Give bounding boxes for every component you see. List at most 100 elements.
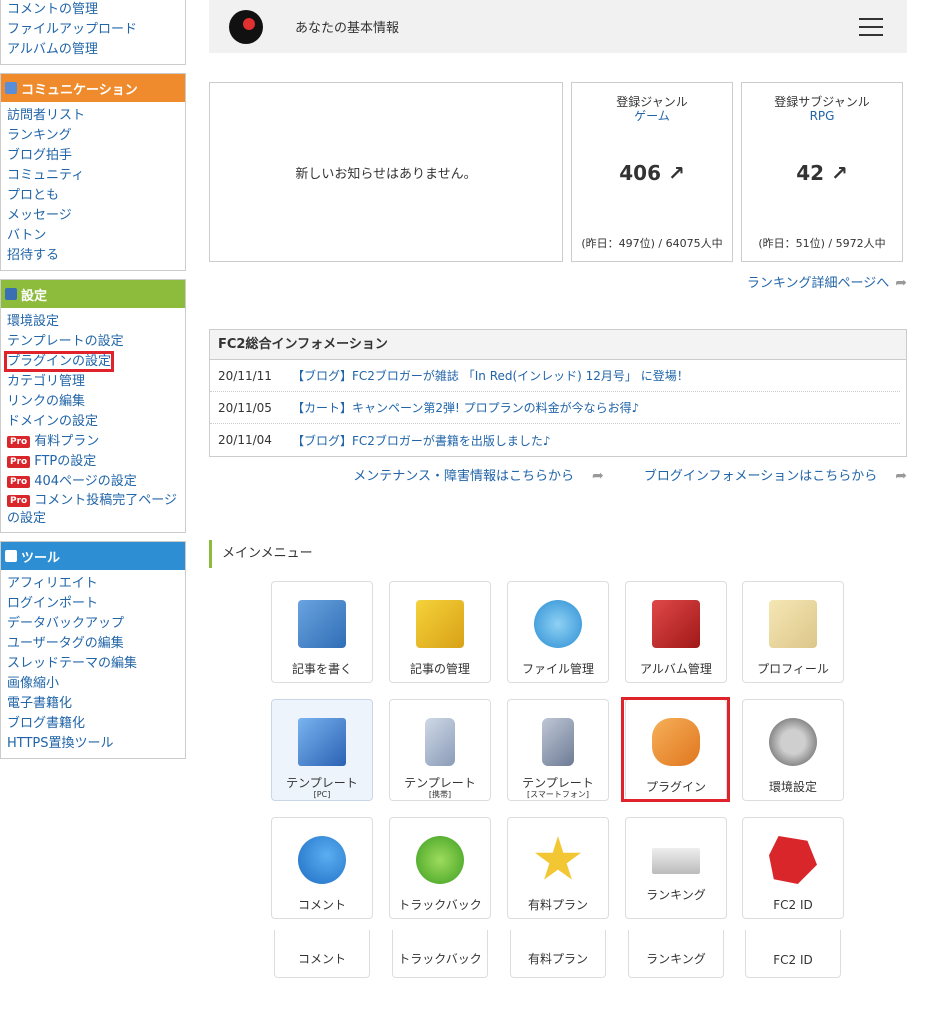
- info-date: 20/11/04: [218, 433, 272, 447]
- sidebar-item-ftp[interactable]: FTPの設定: [34, 454, 96, 469]
- sidebar-item-404[interactable]: 404ページの設定: [34, 474, 137, 489]
- sidebar-item-template[interactable]: テンプレートの設定: [7, 334, 124, 349]
- sidebar-item-ebook[interactable]: 電子書籍化: [7, 696, 72, 711]
- sidebar-item-links[interactable]: リンクの編集: [7, 394, 85, 409]
- menu-tile-disk[interactable]: ファイル管理: [507, 581, 609, 683]
- info-row[interactable]: 20/11/05 【カート】キャンペーン第2弾! プロプランの料金が今ならお得♪: [210, 392, 900, 424]
- menu-tile-sublabel: [PC]: [313, 790, 331, 799]
- ranking-detail-link[interactable]: ランキング詳細ページへ ➦: [209, 272, 907, 291]
- sidebar-item-ranking[interactable]: ランキング: [7, 128, 72, 143]
- menu-tile-label: トラックバック: [398, 898, 482, 912]
- info-row[interactable]: 20/11/04 【ブログ】FC2ブロガーが書籍を出版しました♪: [210, 424, 900, 456]
- sidebar-item-image-resize[interactable]: 画像縮小: [7, 676, 59, 691]
- genre-link[interactable]: ゲーム: [572, 109, 732, 123]
- profile-card-icon: [769, 600, 817, 648]
- genre-rank-detail: (昨日：497位) / 64075人中: [581, 237, 723, 250]
- menu-tile-edit-folder[interactable]: 記事の管理: [389, 581, 491, 683]
- sidebar-link[interactable]: アルバムの管理: [7, 42, 98, 57]
- stats-row: 新しいお知らせはありません。 登録ジャンル ゲーム 406 ↗ (昨日：497位…: [209, 82, 907, 262]
- sidebar-item[interactable]: アルバムの管理: [7, 40, 185, 60]
- menu-tile-star[interactable]: 有料プラン: [507, 817, 609, 919]
- menu-tile-label: FC2 ID: [773, 953, 813, 967]
- menu-tile-trackback[interactable]: トラックバック: [389, 817, 491, 919]
- menu-tile-pc-template[interactable]: テンプレート [PC]: [271, 699, 373, 801]
- maintenance-link[interactable]: メンテナンス・障害情報はこちらから ➦: [335, 468, 604, 484]
- menu-tile-mobile-template[interactable]: テンプレート [携帯]: [389, 699, 491, 801]
- info-link[interactable]: 【ブログ】FC2ブロガーが雑誌 「In Red(インレッド) 12月号」 に登場…: [292, 367, 689, 384]
- info-link[interactable]: 【カート】キャンペーン第2弾! プロプランの料金が今ならお得♪: [292, 399, 639, 416]
- menu-tile-label: 記事を書く: [291, 662, 352, 676]
- menu-tile-album[interactable]: アルバム管理: [625, 581, 727, 683]
- menu-tile-repeat[interactable]: 有料プラン: [510, 930, 606, 978]
- ranking-link-text[interactable]: ランキング詳細ページへ: [747, 276, 889, 291]
- sidebar-item-log-import[interactable]: ログインポート: [7, 596, 98, 611]
- plugin-highlight: [621, 697, 730, 802]
- sidebar-item-thread-theme[interactable]: スレッドテーマの編集: [7, 656, 137, 671]
- sidebar-item-blog-book[interactable]: ブログ書籍化: [7, 716, 85, 731]
- maintenance-link-text[interactable]: メンテナンス・障害情報はこちらから: [353, 469, 574, 484]
- menu-tile-label: テンプレート: [522, 776, 594, 790]
- sidebar-item-baton[interactable]: バトン: [7, 228, 46, 243]
- subgenre-link[interactable]: RPG: [742, 109, 902, 123]
- menu-tile-gears[interactable]: 環境設定: [742, 699, 844, 801]
- genre-rank: 406 ↗: [619, 161, 685, 185]
- sidebar-item-domain[interactable]: ドメインの設定: [7, 414, 98, 429]
- notice-box: 新しいお知らせはありません。: [209, 82, 563, 262]
- pro-badge: Pro: [7, 476, 31, 488]
- arrow-right-icon: ➦: [592, 468, 604, 484]
- user-header: あなたの基本情報: [209, 0, 907, 53]
- disk-icon: [534, 600, 582, 648]
- menu-tile-label: コメント: [297, 952, 346, 966]
- sidebar-link[interactable]: コメントの管理: [7, 2, 98, 17]
- comment-icon: [298, 836, 346, 884]
- info-links: メンテナンス・障害情報はこちらから ➦ ブログインフォメーションはこちらから ➦: [209, 465, 907, 484]
- sidebar-item[interactable]: コメントの管理: [7, 0, 185, 20]
- menu-tile-label: プロフィール: [757, 662, 829, 676]
- subgenre-rank-detail: (昨日：51位) / 5972人中: [758, 237, 886, 250]
- menu-tile-repeat[interactable]: ランキング: [628, 930, 724, 978]
- sidebar-item-environment[interactable]: 環境設定: [7, 314, 59, 329]
- sidebar-item-comment-complete[interactable]: コメント投稿完了ページの設定: [7, 493, 177, 526]
- edit-folder-icon: [416, 600, 464, 648]
- hamburger-icon[interactable]: [859, 18, 883, 36]
- sidebar-item-paid-plan[interactable]: 有料プラン: [34, 434, 99, 449]
- sidebar-item-protomo[interactable]: プロとも: [7, 188, 59, 203]
- menu-tile-comment[interactable]: コメント: [271, 817, 373, 919]
- sidebar-item-affiliate[interactable]: アフィリエイト: [7, 576, 98, 591]
- info-row[interactable]: 20/11/11 【ブログ】FC2ブロガーが雑誌 「In Red(インレッド) 1…: [210, 360, 900, 392]
- menu-tile-label: 記事の管理: [409, 662, 470, 676]
- genre-label: 登録ジャンル: [616, 95, 688, 109]
- menu-tile-repeat[interactable]: FC2 ID: [745, 930, 841, 978]
- fc2-id-icon: [769, 836, 817, 884]
- menu-tile-profile-card[interactable]: プロフィール: [742, 581, 844, 683]
- sidebar-item-backup[interactable]: データバックアップ: [7, 616, 124, 631]
- menu-tile-fc2-id[interactable]: FC2 ID: [742, 817, 844, 919]
- menu-tile-label: FC2 ID: [773, 898, 813, 912]
- menu-tile-smartphone-template[interactable]: テンプレート [スマートフォン]: [507, 699, 609, 801]
- menu-tile-repeat[interactable]: トラックバック: [392, 930, 488, 978]
- sidebar-item-category[interactable]: カテゴリ管理: [7, 374, 85, 389]
- sidebar-settings-section: 設定 環境設定 テンプレートの設定 プラグインの設定 カテゴリ管理 リンクの編集…: [0, 279, 186, 533]
- menu-tile-repeat[interactable]: コメント: [274, 930, 370, 978]
- sidebar-item-plugin[interactable]: プラグインの設定: [3, 351, 115, 372]
- menu-tile-label: ランキング: [646, 888, 706, 902]
- info-link[interactable]: 【ブログ】FC2ブロガーが書籍を出版しました♪: [292, 432, 551, 449]
- menu-tile-label: トラックバック: [398, 952, 482, 966]
- blog-info-link-text[interactable]: ブログインフォメーションはこちらから: [644, 469, 877, 484]
- blog-info-link[interactable]: ブログインフォメーションはこちらから ➦: [626, 468, 907, 484]
- menu-tile-write[interactable]: 記事を書く: [271, 581, 373, 683]
- sidebar-item[interactable]: ファイルアップロード: [7, 20, 185, 40]
- sidebar-item-community[interactable]: コミュニティ: [7, 168, 84, 183]
- sidebar-link[interactable]: ファイルアップロード: [7, 22, 137, 37]
- sidebar-item-message[interactable]: メッセージ: [7, 208, 72, 223]
- menu-tile-label: ファイル管理: [521, 662, 594, 676]
- sidebar-item-user-tags[interactable]: ユーザータグの編集: [7, 636, 124, 651]
- sidebar-item-https[interactable]: HTTPS置換ツール: [7, 736, 114, 751]
- sidebar-item-visitors[interactable]: 訪問者リスト: [7, 108, 85, 123]
- tools-header: ツール: [1, 542, 185, 570]
- avatar[interactable]: [229, 9, 263, 44]
- tools-title: ツール: [21, 550, 61, 566]
- sidebar-item-invite[interactable]: 招待する: [7, 248, 59, 263]
- sidebar-item-clap[interactable]: ブログ拍手: [7, 148, 72, 163]
- menu-tile-podium[interactable]: ランキング: [625, 817, 727, 919]
